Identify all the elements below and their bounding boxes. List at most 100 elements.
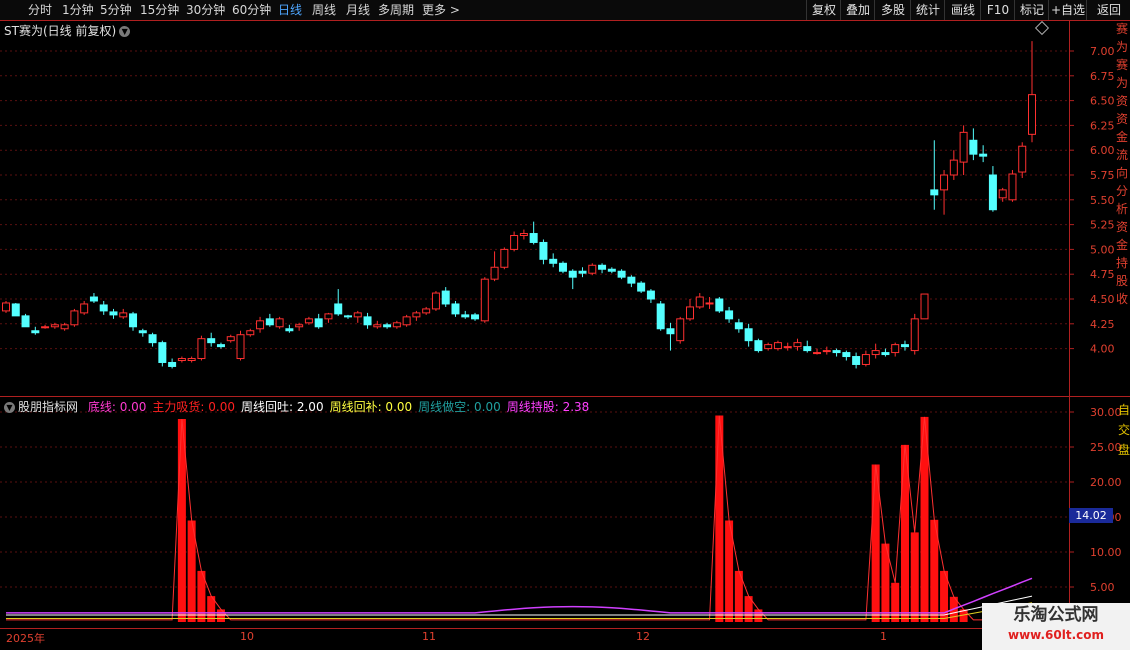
candle-body[interactable] [373, 324, 382, 328]
candle-body[interactable] [1018, 145, 1027, 173]
candle-body[interactable] [353, 312, 362, 318]
candle-body[interactable] [578, 270, 587, 274]
candle-body[interactable] [412, 312, 421, 318]
candle-body[interactable] [803, 346, 812, 352]
candle-body[interactable] [11, 303, 20, 317]
candle-body[interactable] [392, 322, 401, 328]
candle-body[interactable] [813, 352, 822, 355]
candle-body[interactable] [226, 336, 235, 342]
candle-body[interactable] [607, 268, 616, 272]
candle-body[interactable] [138, 330, 147, 334]
candle-body[interactable] [480, 278, 489, 322]
candle-body[interactable] [598, 264, 607, 270]
candle-body[interactable] [187, 358, 196, 362]
candle-body[interactable] [764, 344, 773, 350]
candle-body[interactable] [344, 315, 352, 318]
right-side-panel[interactable]: 赛为赛为资资金流向分析资金持股收 [1115, 20, 1130, 400]
candle-body[interactable] [168, 361, 177, 367]
candle-body[interactable] [842, 352, 851, 358]
candle-body[interactable] [99, 304, 108, 312]
stock-chart[interactable]: 7.00 6.75 6.50 6.25 6.00 5.75 5.50 5.25 5.00 4.75… [0, 0, 1130, 650]
candle-body[interactable] [89, 296, 98, 302]
candle-body[interactable] [500, 248, 509, 268]
candle-body[interactable] [558, 262, 567, 272]
right-side-panel-lower[interactable]: 自交盘 [1118, 400, 1130, 460]
candle-body[interactable] [295, 324, 304, 328]
candle-body[interactable] [529, 233, 538, 243]
candle-body[interactable] [207, 338, 216, 344]
candle-body[interactable] [451, 303, 460, 315]
candle-body[interactable] [490, 266, 499, 280]
candle-body[interactable] [695, 296, 704, 308]
candle-body[interactable] [236, 334, 245, 360]
candle-body[interactable] [969, 139, 978, 155]
candle-body[interactable] [637, 282, 646, 292]
candle-body[interactable] [891, 344, 900, 354]
candle-body[interactable] [910, 318, 919, 352]
candle-body[interactable] [31, 330, 40, 334]
candle-body[interactable] [119, 312, 128, 318]
candle-body[interactable] [129, 313, 138, 328]
candle-body[interactable] [109, 311, 118, 316]
candle-body[interactable] [41, 326, 50, 329]
candle-body[interactable] [773, 342, 782, 350]
candle-body[interactable] [539, 241, 548, 260]
candle-body[interactable] [793, 342, 802, 348]
candle-body[interactable] [519, 233, 528, 237]
candle-body[interactable] [656, 303, 665, 330]
candle-body[interactable] [998, 189, 1007, 199]
chevron-down-icon[interactable]: ▼ [4, 402, 15, 413]
candle-body[interactable] [246, 330, 255, 336]
candle-body[interactable] [510, 235, 519, 250]
candle-body[interactable] [461, 314, 470, 318]
candle-body[interactable] [148, 334, 157, 344]
candle-body[interactable] [334, 303, 343, 315]
candle-body[interactable] [197, 338, 206, 360]
candle-body[interactable] [1028, 94, 1036, 135]
candle-body[interactable] [275, 318, 284, 328]
candle-body[interactable] [2, 302, 10, 312]
candle-body[interactable] [920, 293, 929, 320]
candle-body[interactable] [783, 346, 792, 349]
candle-body[interactable] [676, 318, 685, 342]
candle-body[interactable] [158, 342, 167, 363]
candle-body[interactable] [754, 340, 763, 352]
candle-body[interactable] [744, 328, 753, 342]
candle-body[interactable] [216, 344, 225, 348]
candle-body[interactable] [422, 308, 431, 314]
candle-body[interactable] [265, 318, 274, 326]
candle-body[interactable] [959, 131, 968, 163]
candle-body[interactable] [314, 318, 323, 328]
candle-body[interactable] [979, 153, 988, 157]
candle-body[interactable] [50, 324, 59, 328]
candle-body[interactable] [441, 290, 450, 305]
candle-body[interactable] [60, 324, 69, 330]
candle-body[interactable] [627, 276, 636, 284]
candle-body[interactable] [861, 354, 870, 365]
candle-body[interactable] [930, 189, 939, 196]
candle-body[interactable] [988, 174, 997, 211]
candle-body[interactable] [686, 306, 694, 320]
candle-body[interactable] [177, 358, 186, 362]
candle-body[interactable] [21, 315, 30, 328]
candle-body[interactable] [1008, 173, 1017, 201]
candle-body[interactable] [871, 350, 880, 356]
candle-body[interactable] [256, 320, 265, 330]
candle-body[interactable] [617, 270, 626, 278]
candle-body[interactable] [471, 314, 480, 320]
candle-body[interactable] [363, 316, 372, 326]
candle-body[interactable] [881, 352, 890, 356]
candle-body[interactable] [304, 318, 313, 324]
candle-body[interactable] [705, 302, 714, 305]
candle-body[interactable] [588, 264, 597, 274]
candle-body[interactable] [832, 350, 841, 354]
candle-body[interactable] [734, 322, 743, 330]
candle-body[interactable] [285, 328, 294, 332]
candle-body[interactable] [646, 290, 655, 300]
candle-body[interactable] [568, 270, 577, 278]
candle-body[interactable] [940, 174, 949, 191]
candle-body[interactable] [949, 159, 958, 176]
candle-body[interactable] [80, 303, 89, 314]
candle-body[interactable] [402, 316, 411, 326]
candle-body[interactable] [431, 292, 440, 310]
